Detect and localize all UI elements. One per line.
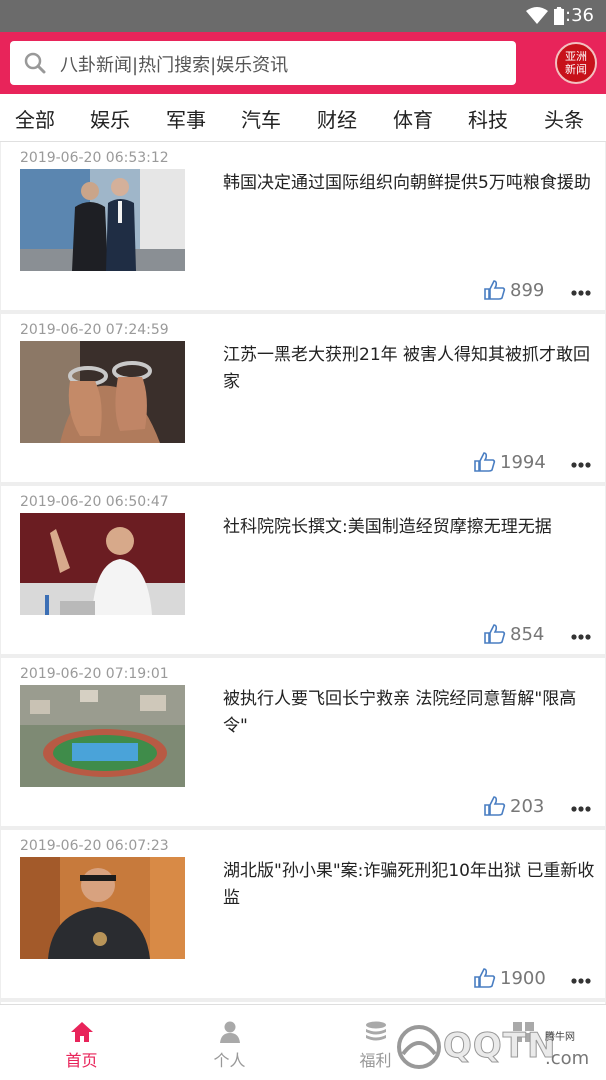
person-icon (220, 1021, 240, 1043)
logo-text-line2: 新闻 (565, 63, 587, 76)
more-options-icon[interactable] (571, 806, 591, 812)
tab-headlines[interactable]: 头条 (544, 104, 584, 133)
tab-auto[interactable]: 汽车 (241, 104, 281, 133)
thumbs-up-icon[interactable] (474, 452, 496, 472)
news-card[interactable]: 2019-06-20 06:53:12 韩国决定通过国际组织向朝鲜提供5万吨粮食… (1, 142, 605, 310)
status-bar: 8:36 (0, 0, 606, 32)
nav-profile[interactable]: 个人 (154, 1005, 305, 1080)
app-header: 八卦新闻|热门搜索|娱乐资讯 亚洲 新闻 (0, 32, 606, 94)
category-tabs: 全部 娱乐 军事 汽车 财经 体育 科技 头条 (0, 94, 606, 142)
thumbs-up-icon[interactable] (484, 280, 506, 300)
app-logo[interactable]: 亚洲 新闻 (555, 42, 597, 84)
news-date: 2019-06-20 06:07:23 (20, 838, 169, 854)
news-card[interactable]: 2019-06-20 07:24:59 江苏一黑老大获刑21年 被害人得知其被抓… (1, 314, 605, 482)
news-card[interactable]: 2019-06-20 06:50:47 社科院院长撰文:美国制造经贸摩擦无理无据… (1, 486, 605, 654)
more-options-icon[interactable] (571, 462, 591, 468)
logo-text-line1: 亚洲 (565, 50, 587, 63)
status-time: 8:36 (553, 5, 594, 26)
watermark-suffix: .com (545, 1048, 590, 1069)
news-date: 2019-06-20 07:24:59 (20, 322, 169, 338)
news-title: 社科院院长撰文:美国制造经贸摩擦无理无据 (223, 517, 552, 537)
nav-home-label: 首页 (65, 1051, 98, 1070)
news-title: 韩国决定通过国际组织向朝鲜提供5万吨粮食援助 (223, 173, 591, 193)
news-title: 被执行人要飞回长宁救亲 法院经同意暂解"限高令" (223, 689, 577, 736)
more-options-icon[interactable] (571, 634, 591, 640)
like-count: 203 (510, 796, 545, 817)
news-title: 湖北版"孙小果"案:诈骗死刑犯10年出狱 已重新收监 (223, 861, 595, 908)
thumbs-up-icon[interactable] (474, 968, 496, 988)
like-count: 899 (510, 280, 545, 301)
home-icon (71, 1022, 93, 1042)
tab-all[interactable]: 全部 (15, 104, 55, 133)
tab-entertainment[interactable]: 娱乐 (90, 104, 130, 133)
tab-military[interactable]: 军事 (166, 104, 206, 133)
news-date: 2019-06-20 06:50:47 (20, 494, 169, 510)
watermark: QQTN 腾牛网 .com (395, 1018, 601, 1076)
more-options-icon[interactable] (571, 290, 591, 296)
news-thumbnail (20, 685, 185, 787)
coins-icon (366, 1021, 386, 1041)
news-card[interactable]: 2019-06-20 06:07:23 湖北版"孙小果"案:诈骗死刑犯10年出狱… (1, 830, 605, 998)
tab-sports[interactable]: 体育 (393, 104, 433, 133)
thumbs-up-icon[interactable] (484, 624, 506, 644)
watermark-text: QQTN (442, 1026, 557, 1067)
tab-tech[interactable]: 科技 (468, 104, 508, 133)
nav-profile-label: 个人 (213, 1051, 246, 1070)
search-placeholder: 八卦新闻|热门搜索|娱乐资讯 (60, 55, 289, 76)
watermark-logo-icon (397, 1025, 441, 1069)
search-box[interactable]: 八卦新闻|热门搜索|娱乐资讯 (10, 41, 516, 85)
more-options-icon[interactable] (571, 978, 591, 984)
nav-home[interactable]: 首页 (6, 1005, 157, 1080)
news-thumbnail (20, 857, 185, 959)
news-title: 江苏一黑老大获刑21年 被害人得知其被抓才敢回家 (223, 345, 591, 392)
like-count: 854 (510, 624, 545, 645)
wifi-icon (526, 7, 548, 24)
like-count: 1994 (500, 452, 546, 473)
news-date: 2019-06-20 07:19:01 (20, 666, 169, 682)
news-thumbnail (20, 513, 185, 615)
news-thumbnail (20, 169, 185, 271)
thumbs-up-icon[interactable] (484, 796, 506, 816)
search-icon (24, 52, 46, 74)
news-card[interactable]: 2019-06-20 07:19:01 被执行人要飞回长宁救亲 法院经同意暂解"… (1, 658, 605, 826)
like-count: 1900 (500, 968, 546, 989)
tab-finance[interactable]: 财经 (317, 104, 357, 133)
news-thumbnail (20, 341, 185, 443)
watermark-small-text: 腾牛网 (545, 1032, 575, 1043)
news-date: 2019-06-20 06:53:12 (20, 150, 169, 166)
